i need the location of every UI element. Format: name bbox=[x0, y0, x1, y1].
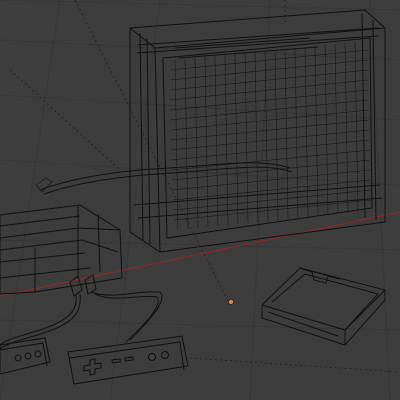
3d-viewport[interactable] bbox=[0, 0, 400, 400]
controller-1-wireframe[interactable] bbox=[0, 337, 51, 375]
console-wireframe[interactable] bbox=[0, 204, 123, 297]
viewport-canvas[interactable] bbox=[0, 0, 400, 400]
controller-2-wireframe[interactable] bbox=[67, 335, 189, 385]
cartridge-wireframe[interactable] bbox=[261, 267, 386, 346]
origin-marker[interactable] bbox=[228, 299, 234, 305]
av-cable-wireframe[interactable] bbox=[35, 162, 293, 195]
